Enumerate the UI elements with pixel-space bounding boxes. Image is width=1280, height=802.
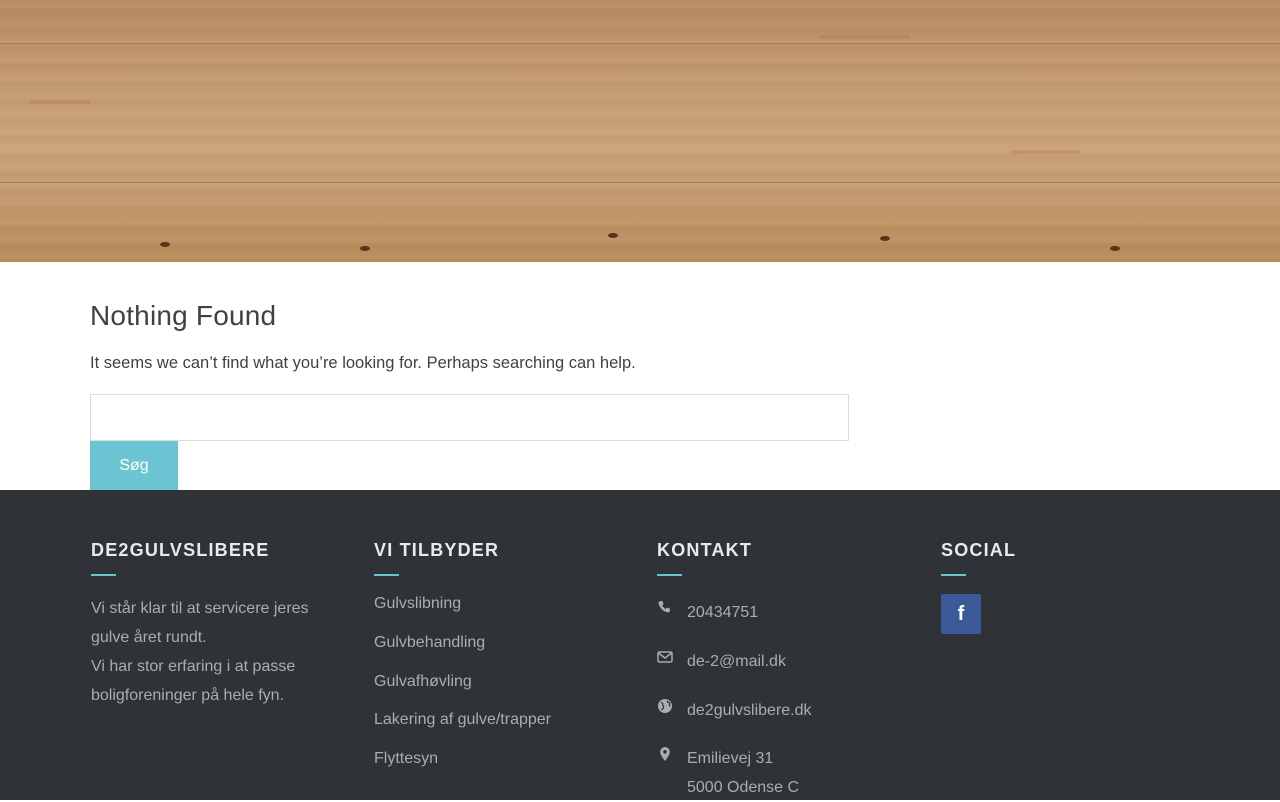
footer-about-heading: DE2GULVSLIBERE bbox=[91, 540, 270, 560]
wood-grain-line bbox=[0, 182, 1280, 183]
list-item: Flyttesyn bbox=[374, 749, 551, 788]
address-line: 5000 Odense C bbox=[687, 779, 800, 796]
heading-underline bbox=[374, 574, 399, 576]
address-line: Emilievej 31 bbox=[687, 750, 774, 767]
envelope-icon bbox=[657, 651, 673, 663]
wood-grain-line bbox=[0, 43, 1280, 44]
about-line: Vi har stor erfaring i at passe boligfor… bbox=[91, 658, 296, 704]
map-pin-icon bbox=[660, 747, 670, 761]
heading-underline bbox=[657, 574, 682, 576]
hero-banner bbox=[0, 0, 1280, 262]
heading-underline bbox=[91, 574, 116, 576]
services-list: Gulvslibning Gulvbehandling Gulvafhøvlin… bbox=[374, 594, 551, 788]
heading-underline bbox=[941, 574, 966, 576]
wood-knot bbox=[160, 242, 170, 247]
wood-grain-streak bbox=[820, 35, 910, 39]
about-line: Vi står klar til at servicere jeres gulv… bbox=[91, 600, 309, 646]
search-button[interactable]: Søg bbox=[90, 441, 178, 490]
facebook-button[interactable]: f bbox=[941, 594, 981, 634]
search-input[interactable] bbox=[90, 394, 849, 441]
list-item: Gulvbehandling bbox=[374, 633, 551, 672]
service-link-gulvbehandling[interactable]: Gulvbehandling bbox=[374, 634, 485, 651]
list-item: Gulvslibning bbox=[374, 594, 551, 633]
wood-grain-streak bbox=[1010, 150, 1080, 154]
footer-contact-heading: KONTAKT bbox=[657, 540, 753, 560]
phone-number: 20434751 bbox=[687, 604, 759, 621]
service-link-lakering[interactable]: Lakering af gulve/trapper bbox=[374, 711, 551, 728]
phone-icon bbox=[658, 601, 671, 613]
wood-knot bbox=[360, 246, 370, 251]
footer-social-heading: SOCIAL bbox=[941, 540, 1017, 560]
no-results-message: It seems we can’t find what you’re looki… bbox=[90, 354, 636, 372]
service-link-gulvslibning[interactable]: Gulvslibning bbox=[374, 595, 461, 612]
footer-services-heading: VI TILBYDER bbox=[374, 540, 500, 560]
wood-knot bbox=[1110, 246, 1120, 251]
wood-grain-streak bbox=[30, 100, 90, 104]
page-title: Nothing Found bbox=[90, 300, 277, 331]
service-link-flyttesyn[interactable]: Flyttesyn bbox=[374, 750, 438, 767]
address-text: Emilievej 31 5000 Odense C bbox=[687, 744, 799, 802]
list-item: Gulvafhøvling bbox=[374, 672, 551, 711]
wood-knot bbox=[608, 233, 618, 238]
service-link-gulvafhovling[interactable]: Gulvafhøvling bbox=[374, 673, 472, 690]
list-item: Lakering af gulve/trapper bbox=[374, 710, 551, 749]
email-link[interactable]: de-2@mail.dk bbox=[687, 647, 786, 676]
footer: DE2GULVSLIBERE Vi står klar til at servi… bbox=[0, 490, 1280, 800]
wood-knot bbox=[880, 236, 890, 241]
facebook-icon: f bbox=[957, 602, 965, 625]
globe-icon bbox=[658, 699, 672, 713]
footer-about-text: Vi står klar til at servicere jeres gulv… bbox=[91, 594, 331, 710]
website-link[interactable]: de2gulvslibere.dk bbox=[687, 696, 812, 725]
